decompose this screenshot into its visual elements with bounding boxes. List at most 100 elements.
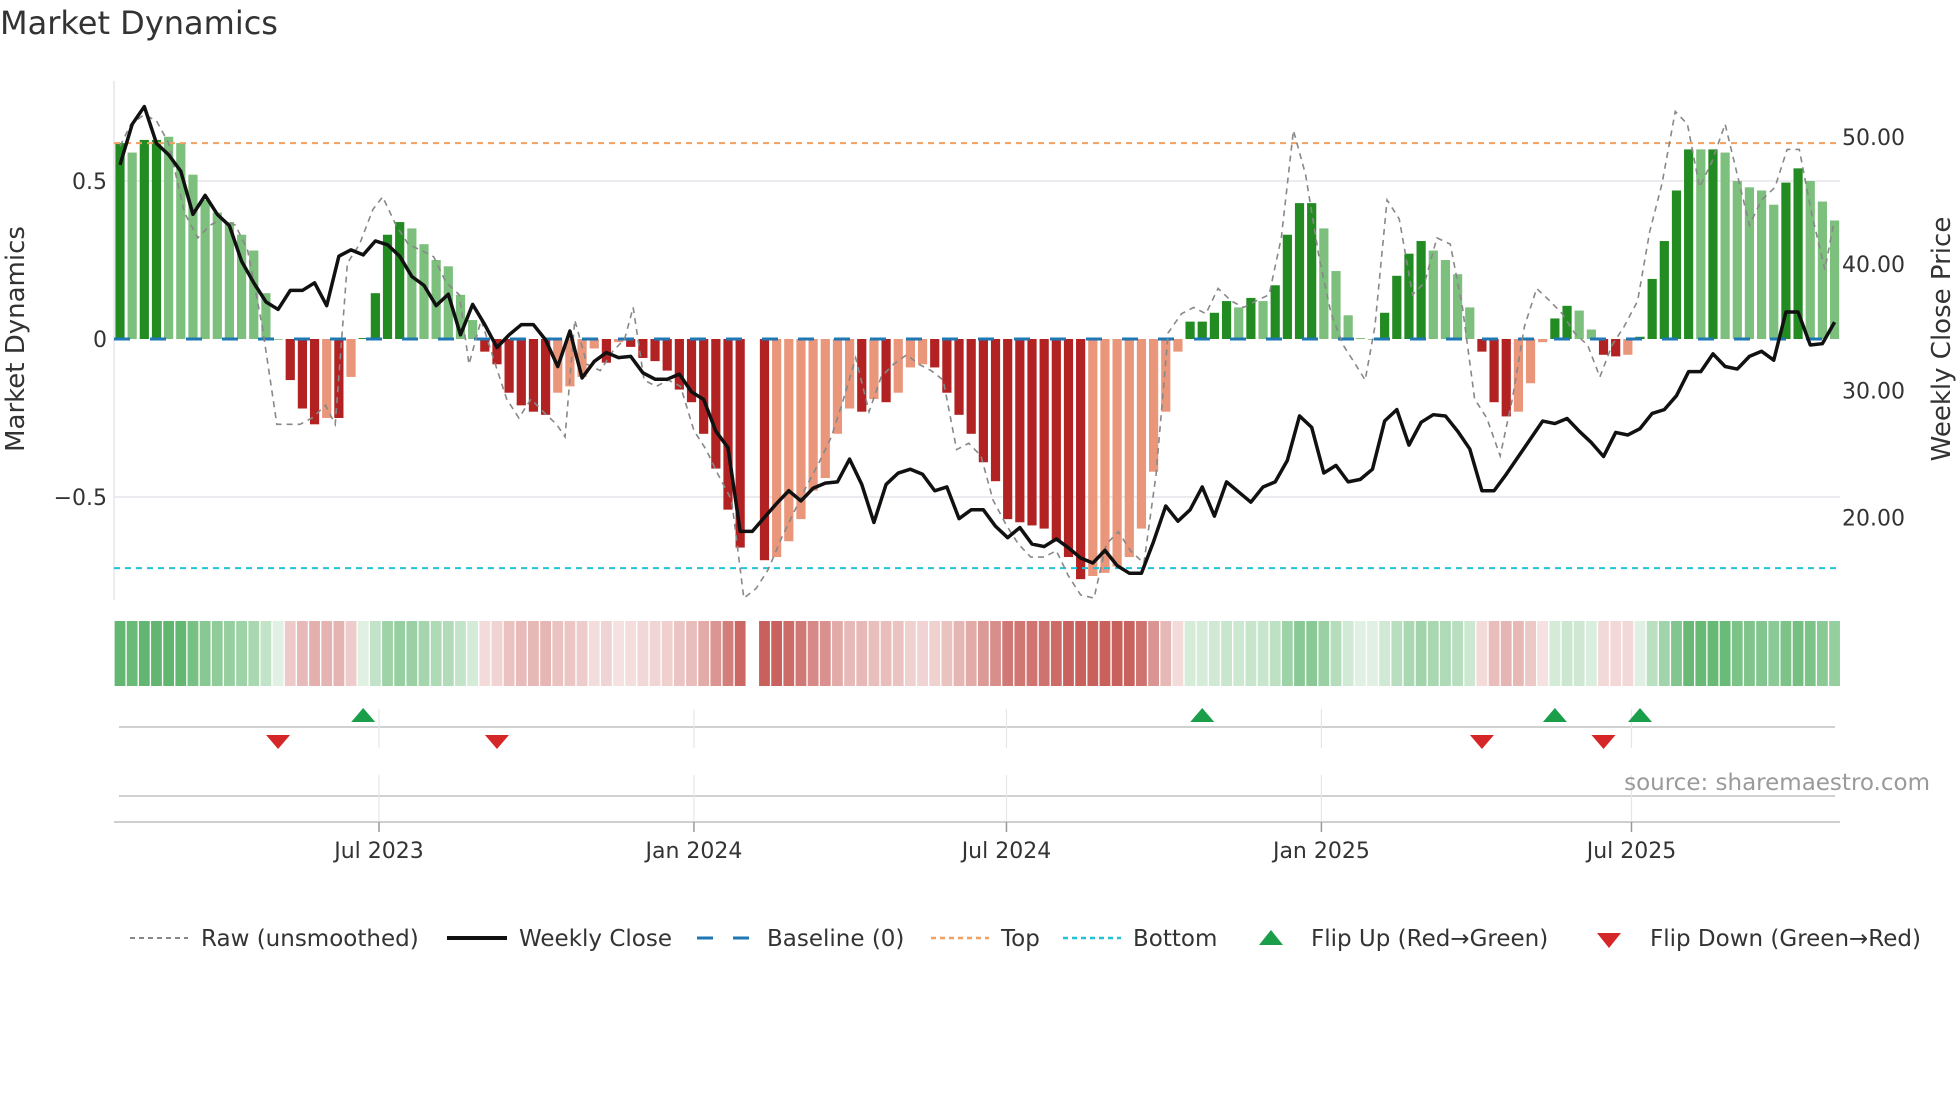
strip-cell-week-105	[1391, 621, 1403, 686]
bar-week-130	[1696, 149, 1706, 339]
bar-week-66	[917, 339, 928, 365]
bar-week-91	[1221, 301, 1232, 339]
strip-cell-week-131	[1707, 621, 1719, 686]
bar-week-44	[650, 339, 660, 362]
strip-cell-week-132	[1719, 621, 1731, 686]
bar-week-104	[1380, 312, 1390, 339]
bar-week-136	[1769, 204, 1779, 339]
strip-cell-week-12	[260, 621, 272, 686]
y-axis-title-left: Market Dynamics	[1, 226, 31, 452]
strip-cell-week-21	[369, 621, 381, 686]
strip-cell-week-71	[977, 621, 989, 686]
bar-week-23	[395, 222, 405, 339]
strip-cell-week-116	[1525, 621, 1536, 686]
bar-week-8	[212, 212, 222, 339]
strip-cell-week-38	[576, 621, 588, 686]
bar-week-94	[1258, 301, 1268, 339]
strip-cell-week-56	[795, 621, 807, 686]
strip-cell-week-4	[163, 621, 175, 686]
bar-week-140	[1817, 201, 1827, 339]
bar-week-108	[1428, 250, 1438, 339]
legend-raw-swatch	[130, 937, 188, 939]
strip-cell-week-6	[187, 621, 199, 686]
strip-cell-week-34	[528, 621, 539, 686]
flip-up-icon	[1259, 930, 1283, 945]
bar-week-67	[930, 339, 940, 368]
strip-cell-week-136	[1768, 621, 1780, 686]
strip-cell-week-19	[345, 621, 357, 686]
strip-cell-week-2	[138, 621, 150, 686]
strip-cell-week-82	[1111, 621, 1123, 686]
legend-top-label: Top	[1001, 926, 1040, 952]
bar-week-72	[990, 339, 1001, 482]
y-tick-label-right: 30.00	[1842, 380, 1905, 405]
strip-cell-week-89	[1196, 621, 1208, 686]
bar-week-107	[1416, 241, 1426, 339]
strip-cell-week-125	[1634, 621, 1646, 686]
y-tick-label-left: 0	[93, 328, 107, 353]
bar-week-53	[759, 339, 770, 561]
y-tick-label-right: 40.00	[1842, 253, 1905, 278]
strip-cell-week-112	[1476, 621, 1488, 686]
strip-cell-week-29	[467, 621, 479, 686]
strip-cell-week-74	[1014, 621, 1026, 686]
flip-down-marker	[1469, 735, 1494, 749]
bar-week-61	[857, 339, 867, 412]
strip-cell-week-134	[1744, 621, 1755, 686]
strip-cell-week-94	[1257, 621, 1269, 686]
legend-bottom-label: Bottom	[1133, 926, 1218, 952]
bar-week-92	[1234, 307, 1244, 339]
bar-week-112	[1477, 339, 1487, 352]
strip-cell-week-124	[1622, 621, 1634, 686]
bar-week-32	[504, 339, 514, 393]
strip-cell-week-79	[1075, 621, 1087, 686]
bar-week-16	[309, 339, 320, 425]
strip-cell-week-36	[552, 621, 564, 686]
flip-up-marker	[1542, 708, 1567, 722]
bar-week-101	[1343, 315, 1353, 339]
strip-cell-week-127	[1658, 621, 1670, 686]
bar-week-122	[1598, 339, 1609, 355]
strip-cell-week-106	[1403, 621, 1415, 686]
bar-week-70	[966, 339, 976, 434]
strip-cell-week-43	[637, 621, 649, 686]
strip-cell-week-120	[1573, 621, 1585, 686]
strip-cell-week-88	[1184, 621, 1196, 686]
strip-cell-week-113	[1488, 621, 1500, 686]
strip-cell-week-133	[1731, 621, 1743, 686]
bar-week-114	[1501, 339, 1511, 417]
strip-cell-week-121	[1585, 621, 1597, 686]
raw-line	[119, 109, 1835, 600]
strip-cell-week-138	[1792, 621, 1804, 686]
bar-week-74	[1015, 339, 1025, 523]
bar-week-109	[1440, 260, 1451, 339]
x-tick-label: Jul 2023	[332, 839, 424, 864]
strip-cell-week-87	[1172, 621, 1184, 686]
bar-week-13	[273, 339, 283, 340]
strip-cell-week-104	[1379, 621, 1391, 686]
strip-cell-week-33	[515, 621, 527, 686]
strip-cell-week-126	[1646, 621, 1658, 686]
bar-week-126	[1647, 278, 1657, 339]
strip-cell-week-123	[1610, 621, 1622, 686]
strip-cell-week-50	[722, 621, 734, 686]
bar-week-115	[1513, 339, 1523, 412]
bar-week-77	[1051, 339, 1061, 542]
bar-week-83	[1124, 339, 1134, 558]
strip-cell-week-81	[1099, 621, 1111, 686]
strip-cell-week-140	[1817, 621, 1828, 686]
y-tick-label-right: 50.00	[1842, 126, 1905, 151]
strip-cell-week-99	[1318, 621, 1330, 686]
strip-cell-week-102	[1354, 621, 1366, 686]
legend-flip-up-label: Flip Up (Red→Green)	[1311, 926, 1549, 952]
strip-cell-week-107	[1415, 621, 1427, 686]
x-tick-label: Jul 2024	[960, 839, 1052, 864]
strip-cell-week-24	[406, 621, 418, 686]
bar-week-96	[1282, 234, 1292, 339]
bar-week-100	[1331, 271, 1341, 339]
strip-cell-week-86	[1160, 621, 1172, 686]
bar-week-81	[1100, 339, 1110, 573]
y-tick-label-right: 20.00	[1842, 506, 1905, 531]
bar-week-3	[151, 139, 162, 339]
strip-cell-week-109	[1440, 621, 1451, 686]
